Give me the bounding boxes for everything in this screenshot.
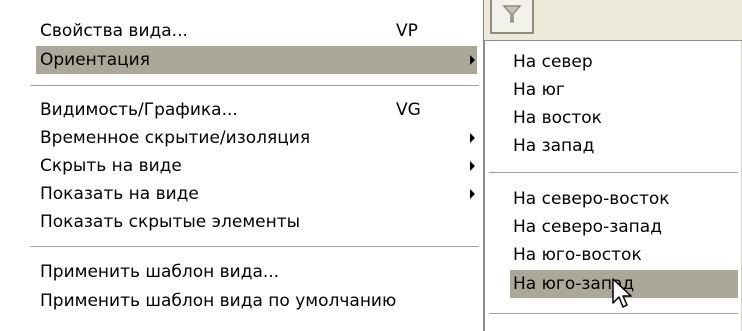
menu-separator <box>489 172 738 174</box>
menu-item-label: Свойства вида... <box>40 21 188 41</box>
mouse-pointer-icon <box>612 278 632 308</box>
menu-item-shortcut: VP <box>396 21 418 41</box>
menu-item-label: На запад <box>513 136 595 156</box>
menu-item-apply-default-view-template[interactable]: Применить шаблон вида по умолчанию <box>40 287 477 315</box>
menu-item-visibility-graphics[interactable]: Видимость/Графика... VG <box>40 96 477 124</box>
submenu-item-east[interactable]: На восток <box>513 104 738 132</box>
menu-item-label: На юг <box>513 80 565 100</box>
menu-item-show-in-view[interactable]: Показать на виде <box>40 180 477 208</box>
screenshot-stage: Свойства вида... VP Ориентация Видимость… <box>0 0 742 331</box>
menu-item-label: На север <box>513 52 593 72</box>
menu-item-label: Показать на виде <box>40 184 199 204</box>
menu-item-reveal-hidden-elements[interactable]: Показать скрытые элементы <box>40 208 477 236</box>
menu-item-label: На восток <box>513 108 602 128</box>
menu-separator <box>30 246 479 248</box>
menu-item-label: Видимость/Графика... <box>40 100 238 120</box>
view-context-menu: Свойства вида... VP Ориентация Видимость… <box>0 0 484 331</box>
menu-item-label: Применить шаблон вида... <box>40 262 280 282</box>
menu-item-label: Показать скрытые элементы <box>40 212 301 232</box>
menu-item-label: На северо-восток <box>513 189 670 209</box>
menu-item-label: Применить шаблон вида по умолчанию <box>40 291 397 311</box>
menu-item-label: Временное скрытие/изоляция <box>40 128 311 148</box>
menu-item-label: Скрыть на виде <box>40 156 182 176</box>
menu-item-label: Ориентация <box>40 50 150 70</box>
menu-item-hide-in-view[interactable]: Скрыть на виде <box>40 152 477 180</box>
chevron-right-icon <box>470 161 475 171</box>
menu-item-view-properties[interactable]: Свойства вида... VP <box>40 17 477 45</box>
submenu-item-south[interactable]: На юг <box>513 76 738 104</box>
submenu-item-north[interactable]: На север <box>513 48 738 76</box>
menu-item-apply-view-template[interactable]: Применить шаблон вида... <box>40 258 477 286</box>
menu-separator <box>30 85 479 87</box>
submenu-item-west[interactable]: На запад <box>513 132 738 160</box>
chevron-right-icon <box>470 55 475 65</box>
menu-item-shortcut: VG <box>396 100 421 120</box>
menu-item-label: На северо-запад <box>513 217 662 237</box>
menu-item-temporary-hide-isolate[interactable]: Временное скрытие/изоляция <box>40 124 477 152</box>
menu-item-label: На юго-восток <box>513 245 642 265</box>
chevron-right-icon <box>470 133 475 143</box>
submenu-item-northeast[interactable]: На северо-восток <box>513 185 738 213</box>
menu-separator <box>489 313 738 315</box>
submenu-item-southeast[interactable]: На юго-восток <box>513 241 738 269</box>
funnel-icon <box>502 5 522 23</box>
chevron-right-icon <box>470 189 475 199</box>
submenu-item-northwest[interactable]: На северо-запад <box>513 213 738 241</box>
menu-item-orientation[interactable]: Ориентация <box>36 46 477 74</box>
toolbar-filter-button[interactable] <box>490 0 534 34</box>
